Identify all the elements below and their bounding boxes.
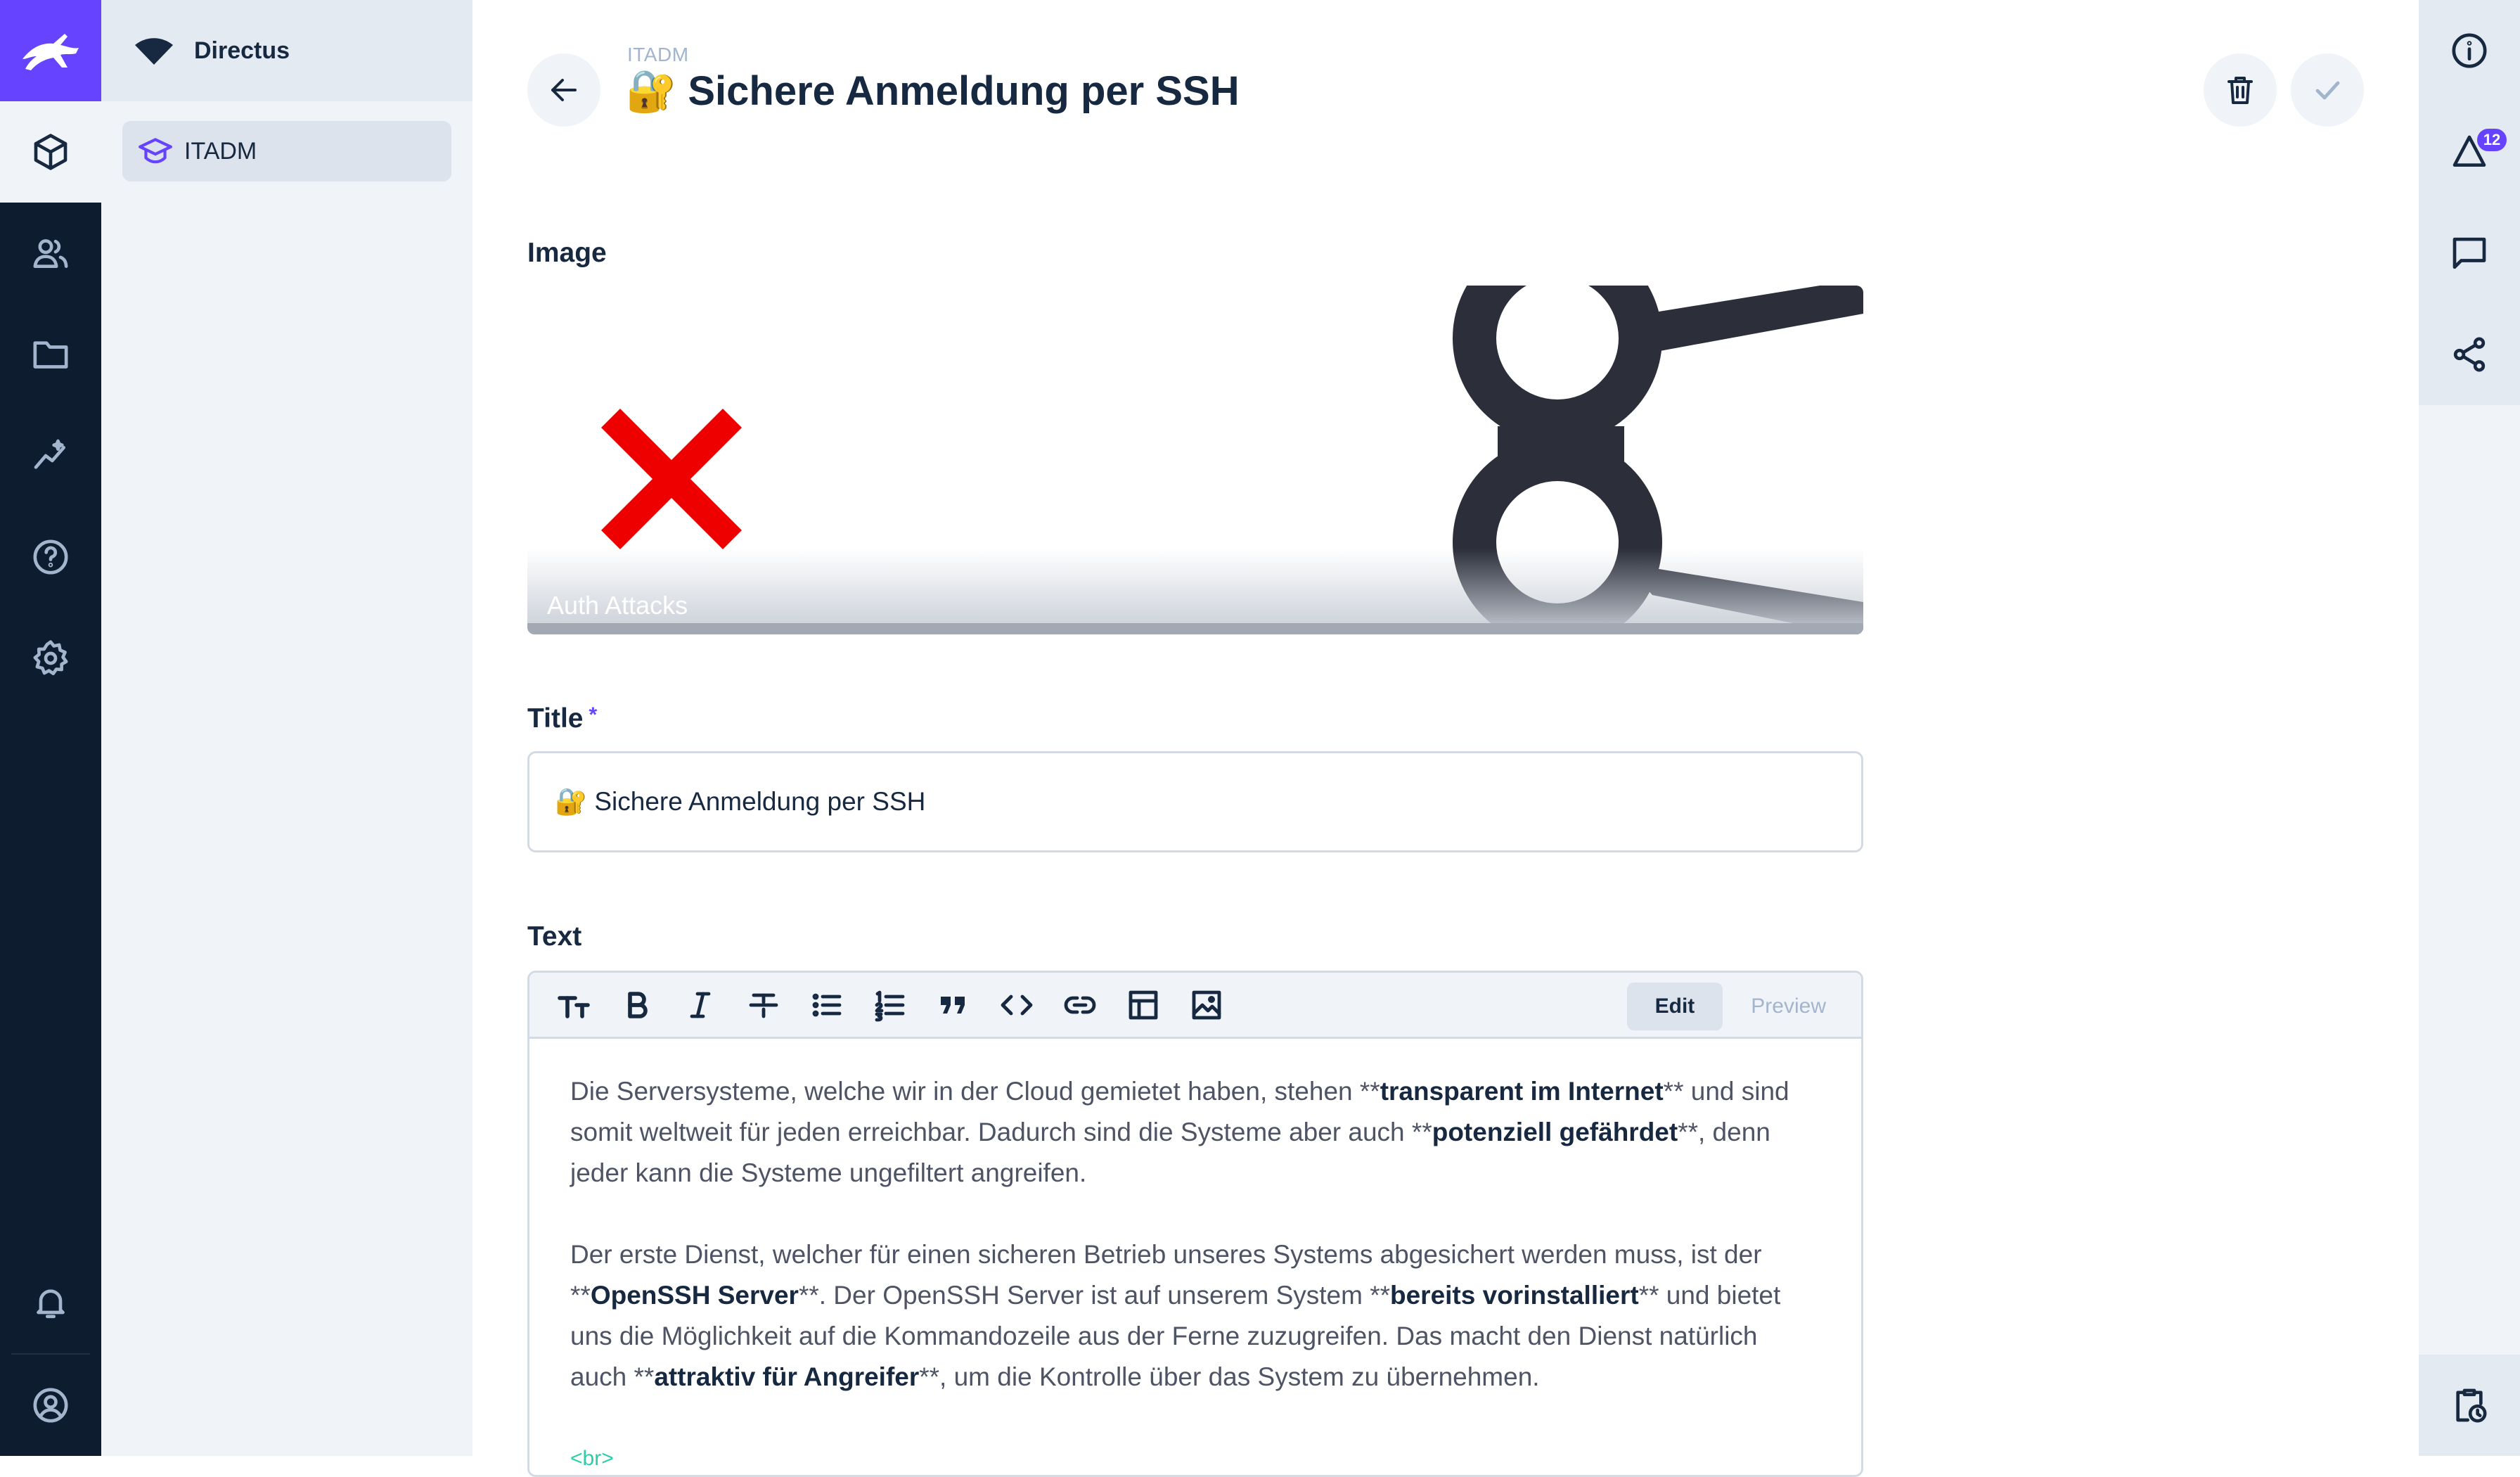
red-x-icon: [601, 409, 742, 549]
italic-icon: [690, 992, 711, 1018]
help-icon: [33, 539, 68, 575]
notifications-button[interactable]: [0, 1252, 101, 1353]
link-icon: [1064, 996, 1096, 1014]
insights-icon: [34, 439, 65, 469]
comments-button[interactable]: [2419, 203, 2520, 304]
editor-content[interactable]: Die Serversysteme, welche wir in der Clo…: [529, 1039, 1861, 1475]
activity-button[interactable]: [2419, 1355, 2520, 1456]
editor-toolbar: Edit Preview: [529, 973, 1861, 1039]
tab-preview[interactable]: Preview: [1723, 983, 1854, 1030]
school-icon: [139, 138, 172, 164]
bold-run: attraktiv für Angreifer: [654, 1362, 920, 1391]
bold-run: bereits vorinstalliert: [1390, 1281, 1639, 1310]
heading-icon: [558, 995, 590, 1018]
html-tag: <br>: [570, 1447, 614, 1470]
check-icon: [2315, 81, 2340, 100]
title-label-text: Title: [527, 703, 584, 734]
title-field-label: Title *: [527, 703, 597, 734]
text-run: Die Serversysteme, welche wir in der Clo…: [570, 1077, 1380, 1106]
trash-icon: [2228, 77, 2253, 104]
settings-icon: [33, 640, 68, 676]
save-button[interactable]: [2291, 53, 2364, 127]
table-button[interactable]: [1112, 973, 1175, 1037]
tab-edit[interactable]: Edit: [1626, 983, 1723, 1030]
numbered-list-icon: [875, 990, 905, 1021]
text-field-label: Text: [527, 921, 582, 952]
quote-button[interactable]: [922, 973, 985, 1037]
files-icon: [33, 341, 68, 369]
text-run: **. Der OpenSSH Server ist auf unserem S…: [798, 1281, 1390, 1310]
breadcrumb[interactable]: ITADM: [627, 44, 689, 66]
nav-item-label: ITADM: [184, 137, 257, 165]
navigation-pane: Directus ITADM: [101, 0, 472, 1456]
account-icon: [33, 1388, 68, 1423]
share-button[interactable]: [2419, 304, 2520, 405]
image-preview[interactable]: Auth Attacks: [527, 286, 1863, 634]
module-settings[interactable]: [0, 608, 101, 709]
content-icon: [34, 134, 68, 170]
text-run: **, um die Kontrolle über das System zu …: [919, 1362, 1540, 1391]
activity-icon: [2456, 1388, 2487, 1423]
image-icon: [1192, 990, 1221, 1019]
bold-run: transparent im Internet: [1380, 1077, 1664, 1106]
directus-logo[interactable]: [0, 0, 101, 101]
bold-run: potenziell gefährdet: [1432, 1118, 1678, 1146]
editor-mode-tabs: Edit Preview: [1626, 983, 1854, 1030]
strikethrough-icon: [749, 993, 778, 1018]
bullet-list-icon: [812, 993, 842, 1016]
notifications-icon: [37, 1289, 65, 1319]
share-icon: [2453, 337, 2486, 372]
bold-button[interactable]: [605, 973, 669, 1037]
numbered-list-button[interactable]: [859, 973, 922, 1037]
link-button[interactable]: [1048, 973, 1112, 1037]
image-button[interactable]: [1175, 973, 1238, 1037]
paragraph-2: Der erste Dienst, welcher für einen sich…: [570, 1234, 1820, 1398]
info-icon: [2452, 33, 2487, 68]
module-files[interactable]: [0, 304, 101, 405]
table-icon: [1129, 990, 1158, 1019]
module-help[interactable]: [0, 506, 101, 608]
main-content: ITADM 🔐 Sichere Anmeldung per SSH Image …: [472, 0, 2419, 1477]
rabbit-logo-icon: [22, 34, 79, 70]
image-footer-bar: [527, 623, 1863, 634]
module-content[interactable]: [0, 101, 101, 203]
code-button[interactable]: [985, 973, 1048, 1037]
code-icon: [1001, 995, 1033, 1015]
paragraph-1: Die Serversysteme, welche wir in der Clo…: [570, 1071, 1820, 1194]
italic-button[interactable]: [669, 973, 732, 1037]
module-insights[interactable]: [0, 405, 101, 506]
image-caption: Auth Attacks: [547, 591, 688, 620]
image-field-label: Image: [527, 238, 607, 268]
heading-button[interactable]: [542, 973, 605, 1037]
account-button[interactable]: [0, 1355, 101, 1456]
arrow-back-icon: [551, 79, 577, 101]
back-button[interactable]: [527, 53, 600, 127]
quote-icon: [941, 996, 965, 1014]
sidebar-actions: 12: [2419, 0, 2520, 405]
module-users[interactable]: [0, 203, 101, 304]
revisions-badge: 12: [2475, 127, 2509, 153]
users-icon: [33, 239, 68, 268]
module-bar: [0, 0, 101, 1456]
strikethrough-button[interactable]: [732, 973, 795, 1037]
revisions-button[interactable]: 12: [2419, 101, 2520, 203]
nav-item-itadm[interactable]: ITADM: [122, 121, 451, 181]
title-input[interactable]: 🔐 Sichere Anmeldung per SSH: [527, 751, 1863, 852]
required-marker: *: [589, 703, 598, 727]
delete-button[interactable]: [2204, 53, 2277, 127]
project-switcher[interactable]: Directus: [101, 0, 472, 101]
image-overlay: [527, 549, 1863, 626]
info-button[interactable]: [2419, 0, 2520, 101]
bold-run: OpenSSH Server: [590, 1281, 799, 1310]
page-title: 🔐 Sichere Anmeldung per SSH: [626, 68, 1240, 114]
bullet-list-button[interactable]: [795, 973, 859, 1037]
project-wifi-icon: [135, 38, 173, 65]
markdown-editor[interactable]: Edit Preview Die Serversysteme, welche w…: [527, 971, 1863, 1477]
project-name: Directus: [194, 37, 290, 64]
comments-icon: [2452, 237, 2486, 269]
sidebar: 12: [2419, 0, 2520, 1456]
bold-icon: [628, 991, 648, 1018]
